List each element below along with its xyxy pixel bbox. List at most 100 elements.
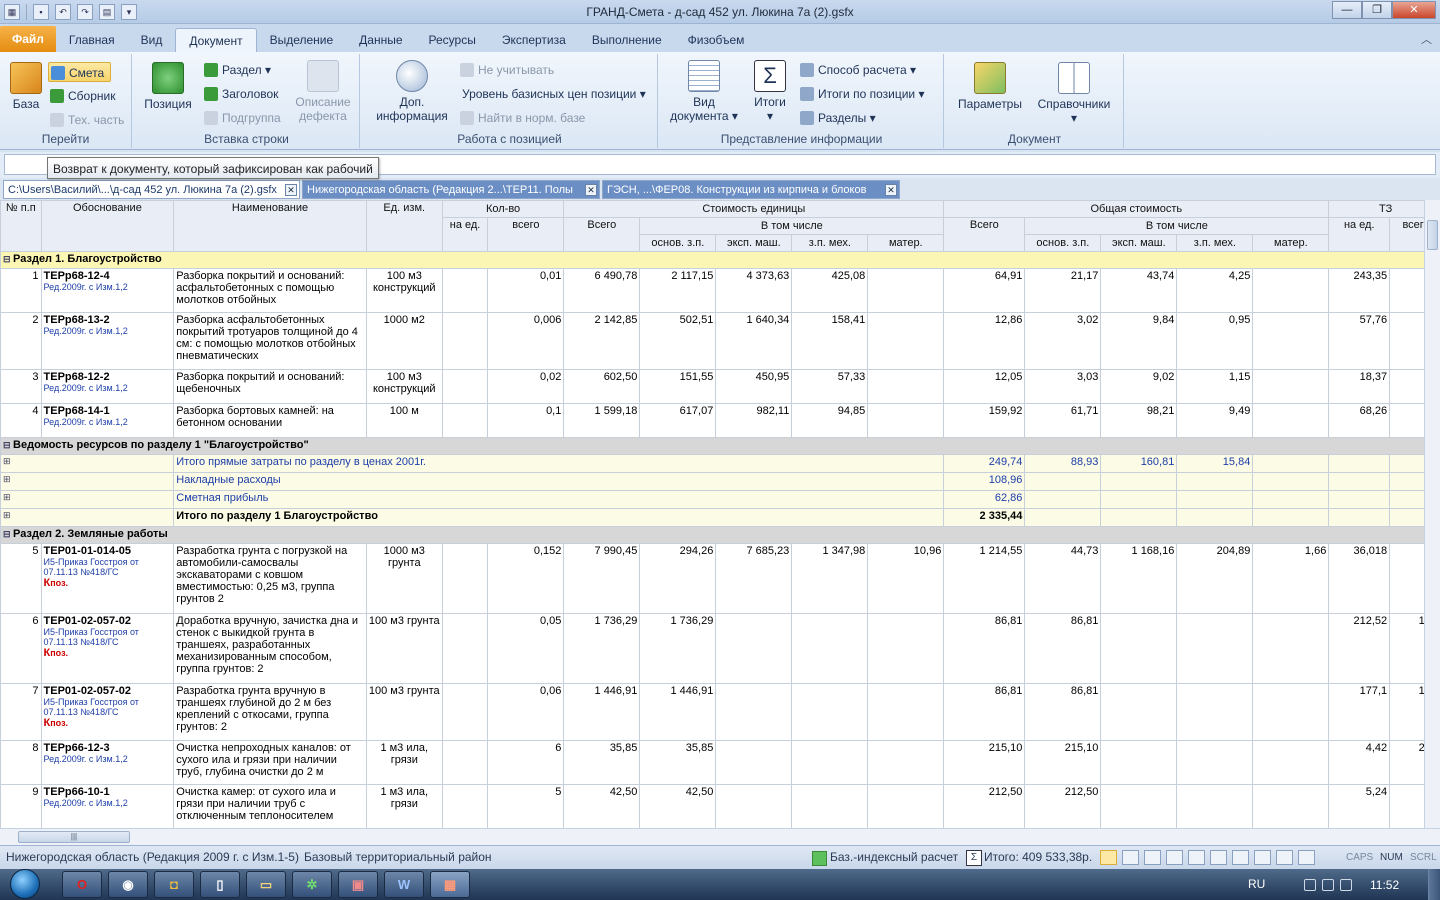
tab-execution[interactable]: Выполнение [579, 28, 675, 52]
item-unit[interactable]: 1 м3 ила, грязи [365, 784, 443, 828]
minimize-button[interactable]: — [1332, 1, 1362, 19]
item-name[interactable]: Доработка вручную, зачистка дна и стенок… [173, 613, 367, 684]
network-icon[interactable] [1322, 879, 1334, 891]
qty-per-unit[interactable] [441, 613, 489, 684]
header-tz-total[interactable]: всего [1389, 217, 1424, 252]
undo-icon[interactable]: ↶ [55, 3, 71, 20]
header-num[interactable]: № п.п [0, 200, 42, 252]
basis-cell[interactable]: ТЕР01-02-057-02 И5-Приказ Госстроя от 07.… [40, 683, 175, 741]
header-gen-zpmeh[interactable]: з.п. мех. [1176, 234, 1254, 252]
sections-button[interactable]: Разделы ▾ [798, 108, 876, 128]
tray-arrow-icon[interactable] [1304, 879, 1316, 891]
section-row[interactable]: ⊟ Раздел 2. Земляные работы [0, 526, 1424, 544]
horizontal-scrollbar[interactable]: ||| [0, 828, 1440, 845]
basis-cell[interactable]: ТЕР01-02-057-02 И5-Приказ Госстроя от 07.… [40, 613, 175, 684]
qty-total[interactable]: 0,1 [487, 403, 565, 438]
qat-menu-icon[interactable]: ▾ [121, 3, 137, 20]
qty-per-unit[interactable] [441, 543, 489, 614]
section-row[interactable]: ⊟ Ведомость ресурсов по разделу 1 "Благо… [0, 437, 1424, 455]
header-cost-zp[interactable]: основ. з.п. [639, 234, 717, 252]
basis-cell[interactable]: ТЕРр68-12-2 Ред.2009г. с Изм.1,2 [40, 369, 175, 404]
item-unit[interactable]: 100 м [365, 403, 443, 438]
header-general-cost[interactable]: Общая стоимость [943, 200, 1330, 218]
header-name[interactable]: Наименование [173, 200, 367, 252]
item-unit[interactable]: 100 м3 конструкций [365, 369, 443, 404]
tab-expertise[interactable]: Экспертиза [489, 28, 579, 52]
qty-total[interactable]: 0,01 [487, 268, 565, 313]
tab-data[interactable]: Данные [346, 28, 415, 52]
qty-total[interactable]: 0,006 [487, 312, 565, 370]
tab-home[interactable]: Главная [56, 28, 128, 52]
tech-part-button[interactable]: Тех. часть [48, 110, 124, 130]
parameters-button[interactable]: Параметры [952, 62, 1028, 111]
folder-icon[interactable]: ▭ [246, 871, 286, 898]
app-yellow-icon[interactable]: ◘ [154, 871, 194, 898]
header-cost-total[interactable]: Всего [563, 217, 641, 252]
doc-tab-fer08[interactable]: ГЭСН, ...\ФЕР08. Конструкции из кирпича … [602, 180, 900, 199]
expand-cell[interactable]: ⊞ [0, 454, 175, 473]
item-name[interactable]: Разработка грунта с погрузкой на автомоб… [173, 543, 367, 614]
close-button[interactable]: ✕ [1392, 1, 1436, 19]
item-unit[interactable]: 1000 м2 [365, 312, 443, 370]
basis-cell[interactable]: ТЕРр66-12-3 Ред.2009г. с Изм.1,2 [40, 740, 175, 785]
view-mode-icon[interactable] [1276, 850, 1293, 865]
header-qty[interactable]: Кол-во [441, 200, 565, 218]
basis-cell[interactable]: ТЕРр68-14-1 Ред.2009г. с Изм.1,2 [40, 403, 175, 438]
totals-button[interactable]: Σ Итоги ▾ [750, 60, 790, 123]
view-mode-icon[interactable] [1144, 850, 1161, 865]
view-mode-icon[interactable] [1188, 850, 1205, 865]
item-name[interactable]: Очистка камер: от сухого ила и грязи при… [173, 784, 367, 828]
item-unit[interactable]: 100 м3 конструкций [365, 268, 443, 313]
collapse-icon[interactable]: ⊟ [3, 440, 13, 450]
header-qty-total[interactable]: всего [487, 217, 565, 252]
qty-per-unit[interactable] [441, 784, 489, 828]
qty-total[interactable]: 0,152 [487, 543, 565, 614]
basis-cell[interactable]: ТЕР01-01-014-05 И5-Приказ Госстроя от 07.… [40, 543, 175, 614]
green-app-icon[interactable]: ✲ [292, 871, 332, 898]
tab-resources[interactable]: Ресурсы [416, 28, 489, 52]
header-tz[interactable]: ТЗ [1328, 200, 1424, 218]
subgroup-button[interactable]: Подгруппа [202, 108, 281, 128]
qty-per-unit[interactable] [441, 268, 489, 313]
view-mode-icon[interactable] [1166, 850, 1183, 865]
grand-smeta-taskbar-icon[interactable]: ▦ [430, 871, 470, 898]
sbornik-button[interactable]: Сборник [48, 86, 115, 106]
redo-icon[interactable]: ↷ [77, 3, 93, 20]
app-icon[interactable]: ▦ [4, 3, 20, 20]
header-gen-mat[interactable]: матер. [1252, 234, 1330, 252]
header-unit-cost[interactable]: Стоимость единицы [563, 200, 945, 218]
close-tab-icon[interactable]: ✕ [285, 184, 297, 196]
qty-per-unit[interactable] [441, 403, 489, 438]
tab-selection[interactable]: Выделение [257, 28, 347, 52]
collapse-icon[interactable]: ⊟ [3, 254, 13, 264]
document-view-button[interactable]: Вид документа ▾ [666, 60, 742, 123]
status-total[interactable]: Итого: 409 533,38р. [966, 850, 1092, 866]
basis-cell[interactable]: ТЕРр68-13-2 Ред.2009г. с Изм.1,2 [40, 312, 175, 370]
horizontal-scroll-thumb[interactable]: ||| [18, 831, 130, 843]
basis-cell[interactable]: ТЕРр66-10-1 Ред.2009г. с Изм.1,2 [40, 784, 175, 828]
qty-total[interactable]: 0,02 [487, 369, 565, 404]
header-button[interactable]: Заголовок [202, 84, 278, 104]
total-row[interactable]: ⊞ Итого прямые затраты по разделу в ценах… [0, 454, 1424, 473]
show-desktop-button[interactable] [1428, 869, 1440, 900]
item-name[interactable]: Разборка асфальтобетонных покрытий троту… [173, 312, 367, 370]
view-mode-icon[interactable] [1100, 850, 1117, 865]
price-level-button[interactable]: Уровень базисных цен позиции ▾ [442, 84, 646, 104]
table-row[interactable]: 9 ТЕРр66-10-1 Ред.2009г. с Изм.1,2 Очистка … [0, 784, 1424, 828]
item-unit[interactable]: 1000 м3 грунта [365, 543, 443, 614]
find-in-base-button[interactable]: Найти в норм. базе [458, 108, 585, 128]
browser-icon[interactable]: ◉ [108, 871, 148, 898]
table-row[interactable]: 4 ТЕРр68-14-1 Ред.2009г. с Изм.1,2 Разборка… [0, 403, 1424, 438]
view-mode-icon[interactable] [1122, 850, 1139, 865]
qty-per-unit[interactable] [441, 683, 489, 741]
calc-icon[interactable]: ▤ [99, 3, 115, 20]
position-totals-button[interactable]: Итоги по позиции ▾ [798, 84, 924, 104]
item-name[interactable]: Разработка грунта вручную в траншеях глу… [173, 683, 367, 741]
item-name[interactable]: Разборка бортовых камней: на бетонном ос… [173, 403, 367, 438]
doc-tab-ter11[interactable]: Нижегородская область (Редакция 2...\ТЕР… [302, 180, 600, 199]
close-tab-icon[interactable]: ✕ [585, 184, 597, 196]
table-row[interactable]: 7 ТЕР01-02-057-02 И5-Приказ Госстроя от 07… [0, 683, 1424, 741]
table-row[interactable]: 3 ТЕРр68-12-2 Ред.2009г. с Изм.1,2 Разборка… [0, 369, 1424, 404]
ignore-button[interactable]: Не учитывать [458, 60, 554, 80]
header-unit[interactable]: Ед. изм. [365, 200, 443, 252]
